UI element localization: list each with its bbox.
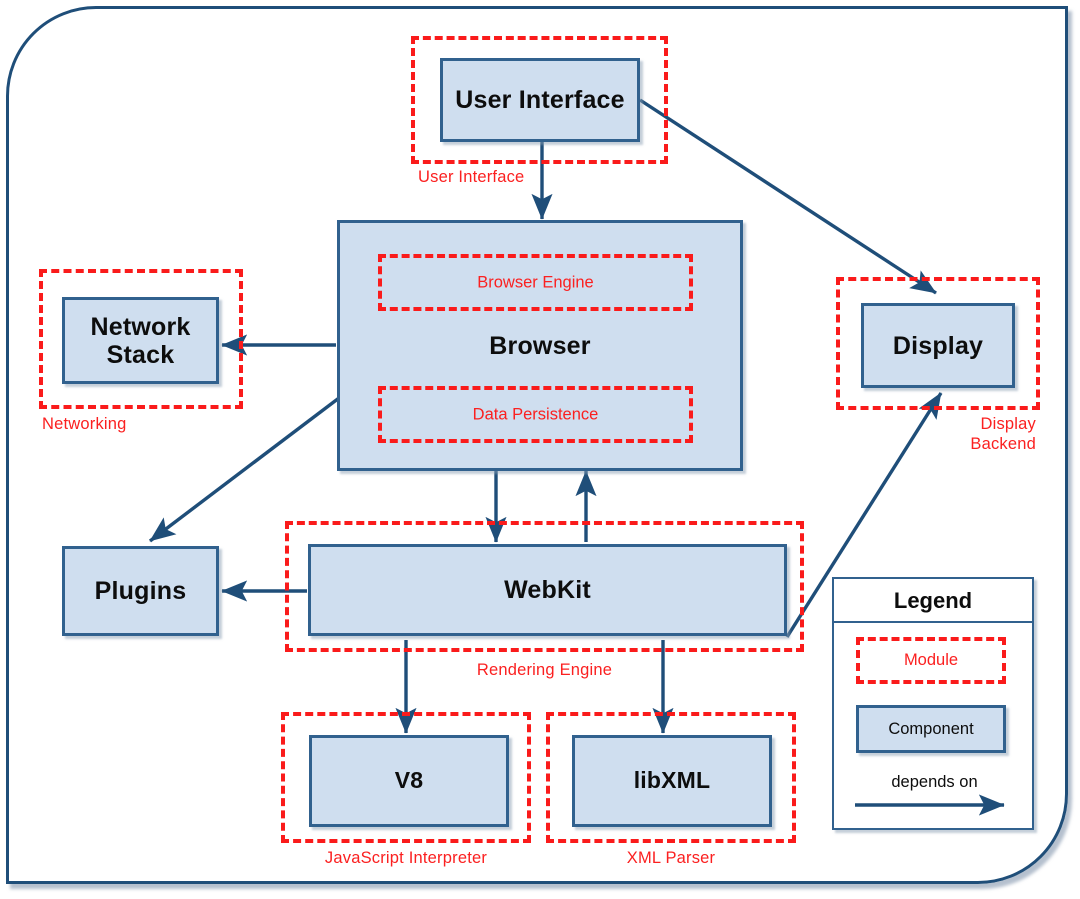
module-label-display-backend: Display Backend xyxy=(840,414,1036,454)
legend-item-module: Module xyxy=(856,637,1006,684)
module-label-user-interface: User Interface xyxy=(418,168,525,186)
component-network-stack[interactable]: Network Stack xyxy=(62,297,219,384)
legend-label-depends-on: depends on xyxy=(891,773,978,791)
module-label-display-backend-line2: Backend xyxy=(970,435,1036,454)
component-label-webkit: WebKit xyxy=(504,576,591,604)
legend-title: Legend xyxy=(834,579,1032,623)
module-data-persistence: Data Persistence xyxy=(378,386,693,443)
module-label-browser-engine: Browser Engine xyxy=(477,273,594,291)
component-display[interactable]: Display xyxy=(861,303,1015,388)
component-browser[interactable]: Browser Browser Engine Data Persistence xyxy=(337,220,743,471)
component-plugins[interactable]: Plugins xyxy=(62,546,219,636)
legend-item-depends-on: depends on xyxy=(852,773,1017,819)
module-label-data-persistence: Data Persistence xyxy=(472,405,599,423)
component-libxml[interactable]: libXML xyxy=(572,735,772,827)
component-label-network-stack: Network Stack xyxy=(90,313,190,369)
component-label-plugins: Plugins xyxy=(94,577,187,605)
component-label-user-interface: User Interface xyxy=(455,86,625,114)
component-label-network-stack-line1: Network xyxy=(90,312,191,341)
component-label-browser: Browser xyxy=(489,331,591,360)
module-label-javascript-interpreter: JavaScript Interpreter xyxy=(324,849,488,867)
component-user-interface[interactable]: User Interface xyxy=(440,58,640,142)
component-label-network-stack-line2: Stack xyxy=(106,340,175,369)
module-label-display-backend-line1: Display xyxy=(980,415,1036,433)
legend-item-component: Component xyxy=(856,705,1006,753)
module-label-rendering-engine: Rendering Engine xyxy=(476,661,613,679)
legend-body: Module Component depends on xyxy=(834,623,1032,828)
component-label-libxml: libXML xyxy=(633,767,711,794)
component-webkit[interactable]: WebKit xyxy=(308,544,787,636)
module-browser-engine: Browser Engine xyxy=(378,254,693,311)
module-label-xml-parser: XML Parser xyxy=(626,849,716,867)
module-label-networking: Networking xyxy=(42,415,127,433)
component-v8[interactable]: V8 xyxy=(309,735,509,827)
legend-box: Legend Module Component depends on xyxy=(832,577,1034,830)
component-label-display: Display xyxy=(892,331,984,360)
diagram-canvas: User Interface User Interface Browser Br… xyxy=(0,0,1080,899)
component-label-v8: V8 xyxy=(394,767,424,794)
